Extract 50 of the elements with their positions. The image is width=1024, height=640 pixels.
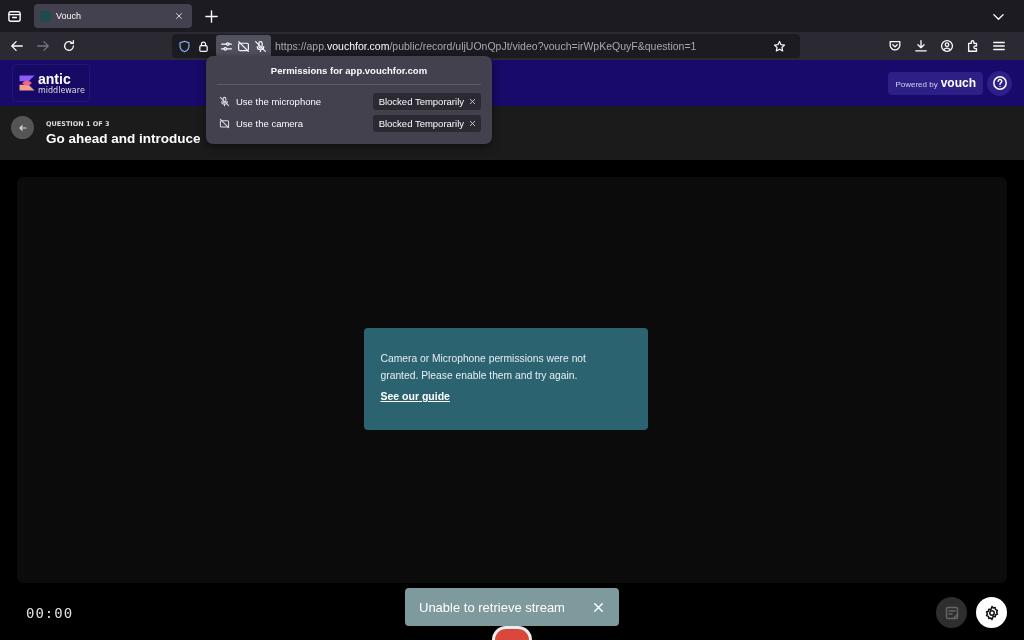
account-icon[interactable] [940,39,954,53]
camera-off-icon [237,39,250,53]
microphone-off-icon [254,39,267,53]
tab-list-icon[interactable] [7,8,22,24]
close-icon[interactable] [174,11,184,21]
close-icon [468,96,477,106]
powered-by-badge[interactable]: Powered by vouch [888,71,983,95]
sliders-icon [220,39,233,53]
bookmark-star-icon[interactable] [773,39,787,53]
popup-title: Permissions for app.vouchfor.com [269,65,429,76]
reload-icon[interactable] [62,39,76,53]
help-icon [991,75,1008,91]
settings-button[interactable] [976,597,1007,628]
address-bar[interactable]: https://app.vouchfor.com/public/record/uljUOnQpJt/video?vouch=irWpKeQuyF&question=1 [172,34,801,58]
favicon-icon [40,10,51,22]
logo-name: antic [38,71,71,86]
extensions-icon[interactable] [966,39,980,53]
logo-tagline: middleware [38,86,85,95]
note-icon [943,604,960,621]
menu-icon[interactable] [992,39,1006,53]
permissions-button[interactable] [216,35,271,57]
shield-icon[interactable] [178,39,191,53]
url-text: https://app.vouchfor.com/public/record/uljUOnQpJt/video?vouch=irWpKeQuyF&question=1 [275,40,697,52]
timer: 00:00 [26,604,74,621]
close-icon [468,118,477,128]
pocket-icon[interactable] [888,39,902,53]
browser-tab[interactable]: Vouch [34,4,192,28]
question-title: Go ahead and introduce [46,131,201,146]
lock-icon[interactable] [197,39,210,53]
new-tab-icon[interactable] [204,8,219,24]
powered-by-label: Powered by [895,79,938,89]
toast-message: Unable to retrieve stream [419,599,566,615]
microphone-off-icon [219,95,230,107]
camera-off-icon [219,117,230,129]
record-button[interactable] [492,626,532,640]
permission-status[interactable]: Blocked Temporarily [372,114,481,132]
back-icon[interactable] [10,39,24,53]
back-button[interactable] [11,116,34,139]
permission-label: Use the microphone [236,95,322,107]
logo[interactable]: antic middleware [12,64,90,102]
tab-title: Vouch [56,11,83,21]
permission-status[interactable]: Blocked Temporarily [372,92,481,110]
help-button[interactable] [987,70,1012,96]
guide-link[interactable]: See our guide [380,390,450,402]
permission-label: Use the camera [236,117,304,129]
alert-message: Camera or Microphone permissions were not granted. Please enable them and try again. [380,352,587,383]
settings-icon [983,604,1000,621]
brand-name: vouch [940,75,976,90]
notes-button[interactable] [936,597,967,628]
download-icon[interactable] [914,39,928,53]
